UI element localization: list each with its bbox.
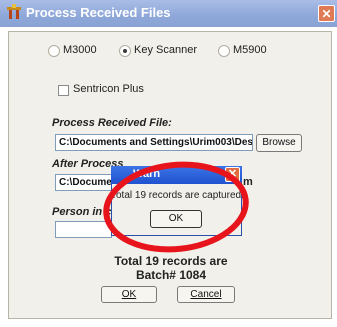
highlight-ellipse [103,161,249,253]
process-received-files-window: Process Received Files ✕ M3000 Key Scann… [0,0,337,327]
